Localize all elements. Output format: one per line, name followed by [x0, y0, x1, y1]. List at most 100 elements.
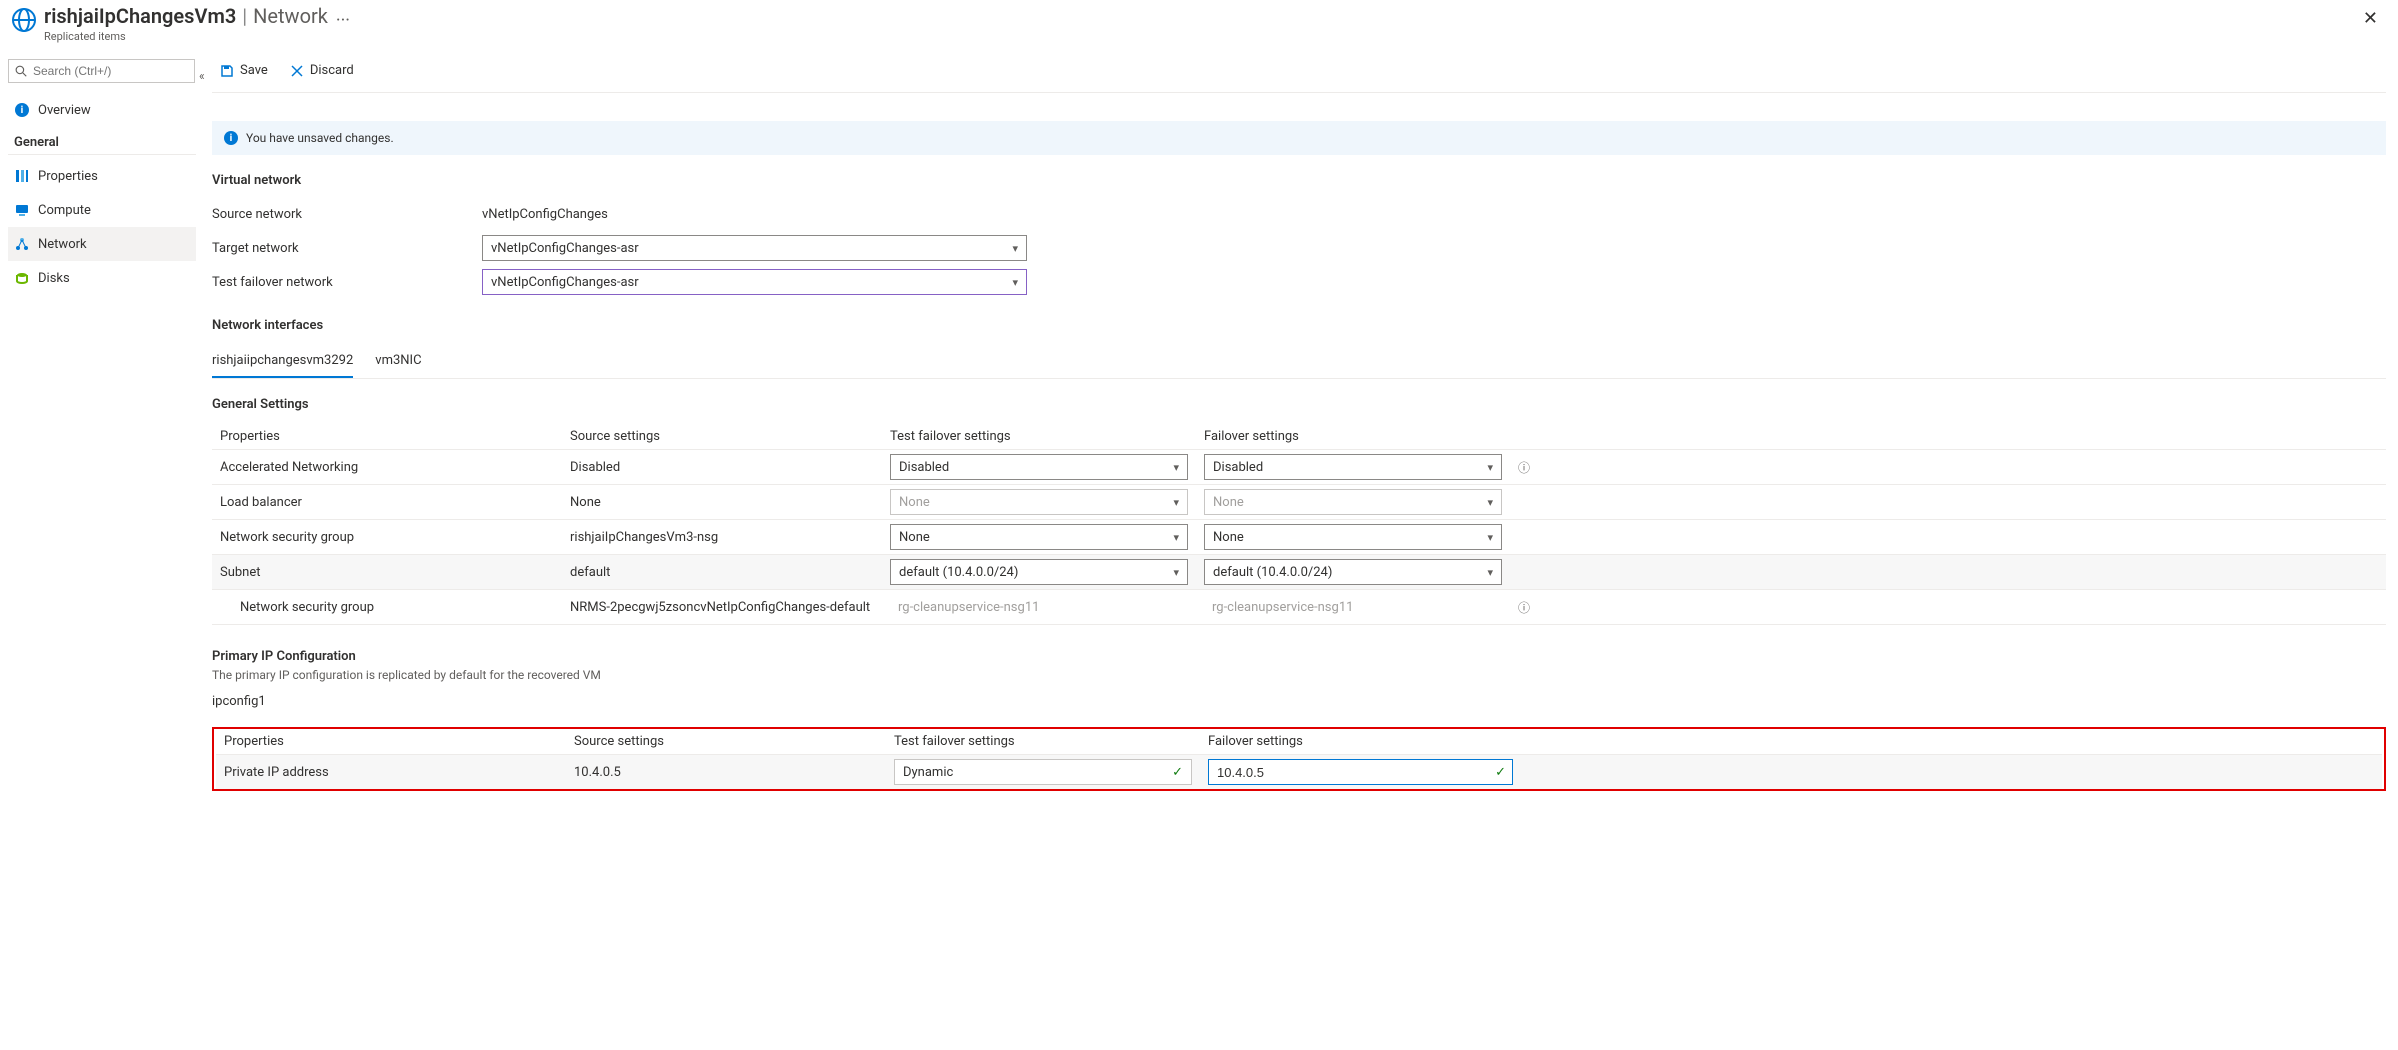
nav-properties[interactable]: Properties [8, 159, 196, 193]
nsg-tfo-value: None [899, 530, 930, 545]
network-interfaces-heading: Network interfaces [212, 318, 2386, 333]
nav-overview[interactable]: i Overview [8, 93, 196, 127]
row-private-ip: Private IP address 10.4.0.5 Dynamic ✓ ✓ [216, 755, 2382, 789]
toolbar: Save Discard [212, 53, 2386, 93]
save-button[interactable]: Save [214, 57, 274, 85]
chevron-down-icon: ▾ [1012, 276, 1018, 289]
chevron-down-icon: ▾ [1487, 461, 1493, 474]
primary-ip-heading: Primary IP Configuration [212, 649, 2386, 664]
sidebar-search-input[interactable] [33, 64, 188, 78]
tfo-network-label: Test failover network [212, 275, 482, 290]
accel-fo-dropdown[interactable]: Disabled ▾ [1204, 454, 1502, 480]
col-fo: Failover settings [1196, 429, 1510, 444]
lb-fo-dropdown[interactable]: None ▾ [1204, 489, 1502, 515]
nav-disks-label: Disks [38, 271, 70, 286]
nic-tab-1[interactable]: vm3NIC [375, 347, 421, 378]
nsg-label: Network security group [212, 530, 562, 545]
lb-tfo-value: None [899, 495, 930, 510]
info-icon: i [224, 131, 238, 145]
row-subnet-nsg: Network security group NRMS-2pecgwj5zson… [212, 590, 2386, 625]
tfo-network-selected: vNetIpConfigChanges-asr [491, 275, 639, 290]
target-network-label: Target network [212, 241, 482, 256]
chevron-down-icon: ▾ [1012, 242, 1018, 255]
col-tfo: Test failover settings [886, 734, 1200, 749]
chevron-down-icon: ▾ [1487, 531, 1493, 544]
subnet-fo-dropdown[interactable]: default (10.4.0.0/24) ▾ [1204, 559, 1502, 585]
unsaved-changes-notice: i You have unsaved changes. [212, 121, 2386, 155]
ipconfig-name: ipconfig1 [212, 694, 2386, 709]
subnsg-tfo-value-box: rg-cleanupservice-nsg11 [890, 594, 1188, 620]
row-nsg: Network security group rishjaiIpChangesV… [212, 520, 2386, 555]
more-actions-button[interactable]: ··· [336, 10, 350, 31]
nav-network[interactable]: Network [8, 227, 196, 261]
blade-title: Network [253, 4, 328, 28]
source-network-label: Source network [212, 207, 482, 222]
tfo-network-dropdown[interactable]: vNetIpConfigChanges-asr ▾ [482, 269, 1027, 295]
nic-tab-0-label: rishjaiipchangesvm3292 [212, 353, 353, 368]
col-fo: Failover settings [1200, 734, 1514, 749]
nic-tab-1-label: vm3NIC [375, 353, 421, 368]
general-settings-heading: General Settings [212, 397, 2386, 412]
private-ip-tfo-dropdown[interactable]: Dynamic ✓ [894, 759, 1192, 785]
lb-label: Load balancer [212, 495, 562, 510]
subnet-label: Subnet [212, 565, 562, 580]
accel-tfo-dropdown[interactable]: Disabled ▾ [890, 454, 1188, 480]
col-properties: Properties [216, 734, 566, 749]
info-icon: ⓘ [1518, 601, 1530, 615]
subnsg-source: NRMS-2pecgwj5zsoncvNetIpConfigChanges-de… [562, 600, 882, 615]
target-network-selected: vNetIpConfigChanges-asr [491, 241, 639, 256]
table-header: Properties Source settings Test failover… [216, 729, 2382, 755]
search-icon [15, 65, 27, 77]
discard-button-label: Discard [310, 63, 354, 78]
save-button-label: Save [240, 63, 268, 78]
nav-network-label: Network [38, 237, 87, 252]
title-separator: | [242, 4, 247, 28]
row-load-balancer: Load balancer None None ▾ None ▾ [212, 485, 2386, 520]
checkmark-icon: ✓ [1495, 765, 1506, 780]
col-tfo: Test failover settings [882, 429, 1196, 444]
nsg-fo-value: None [1213, 530, 1244, 545]
subnsg-label: Network security group [212, 600, 562, 615]
chevron-down-icon: ▾ [1487, 496, 1493, 509]
sidebar-search[interactable] [8, 59, 195, 83]
nic-tab-0[interactable]: rishjaiipchangesvm3292 [212, 347, 353, 378]
resource-type-subtitle: Replicated items [44, 30, 328, 43]
nav-compute-label: Compute [38, 203, 91, 218]
nic-tabs: rishjaiipchangesvm3292 vm3NIC [212, 347, 2386, 379]
row-subnet: Subnet default default (10.4.0.0/24) ▾ d… [212, 555, 2386, 590]
disks-icon [14, 270, 30, 286]
primary-ip-desc: The primary IP configuration is replicat… [212, 668, 2386, 682]
subnsg-tfo-value: rg-cleanupservice-nsg11 [898, 600, 1039, 615]
virtual-network-heading: Virtual network [212, 173, 2386, 188]
info-icon: ⓘ [1518, 461, 1530, 475]
primary-ip-table: Properties Source settings Test failover… [216, 729, 2382, 789]
nav-section-general: General [8, 127, 196, 152]
table-header: Properties Source settings Test failover… [212, 424, 2386, 450]
col-source: Source settings [566, 734, 886, 749]
page-header: rishjaiIpChangesVm3 | Network Replicated… [0, 0, 2398, 53]
close-button[interactable]: ✕ [2355, 4, 2386, 33]
subnet-tfo-value: default (10.4.0.0/24) [899, 565, 1018, 580]
chevron-down-icon: ▾ [1173, 566, 1179, 579]
accel-tfo-value: Disabled [899, 460, 949, 475]
resource-name: rishjaiIpChangesVm3 [44, 4, 236, 28]
subnet-source: default [562, 565, 882, 580]
subnet-tfo-dropdown[interactable]: default (10.4.0.0/24) ▾ [890, 559, 1188, 585]
subnsg-fo-value: rg-cleanupservice-nsg11 [1212, 600, 1353, 615]
private-ip-label: Private IP address [216, 765, 566, 780]
nav-properties-label: Properties [38, 169, 98, 184]
nav-disks[interactable]: Disks [8, 261, 196, 295]
source-network-value: vNetIpConfigChanges [482, 207, 2386, 222]
nav-compute[interactable]: Compute [8, 193, 196, 227]
nsg-tfo-dropdown[interactable]: None ▾ [890, 524, 1188, 550]
discard-button[interactable]: Discard [284, 57, 360, 85]
network-icon [14, 236, 30, 252]
lb-tfo-dropdown[interactable]: None ▾ [890, 489, 1188, 515]
sidebar: « i Overview General Properties Compute [0, 53, 200, 811]
nsg-fo-dropdown[interactable]: None ▾ [1204, 524, 1502, 550]
col-source: Source settings [562, 429, 882, 444]
subnet-fo-value: default (10.4.0.0/24) [1213, 565, 1332, 580]
private-ip-fo-input[interactable] [1208, 759, 1513, 785]
nsg-source: rishjaiIpChangesVm3-nsg [562, 530, 882, 545]
target-network-dropdown[interactable]: vNetIpConfigChanges-asr ▾ [482, 235, 1027, 261]
